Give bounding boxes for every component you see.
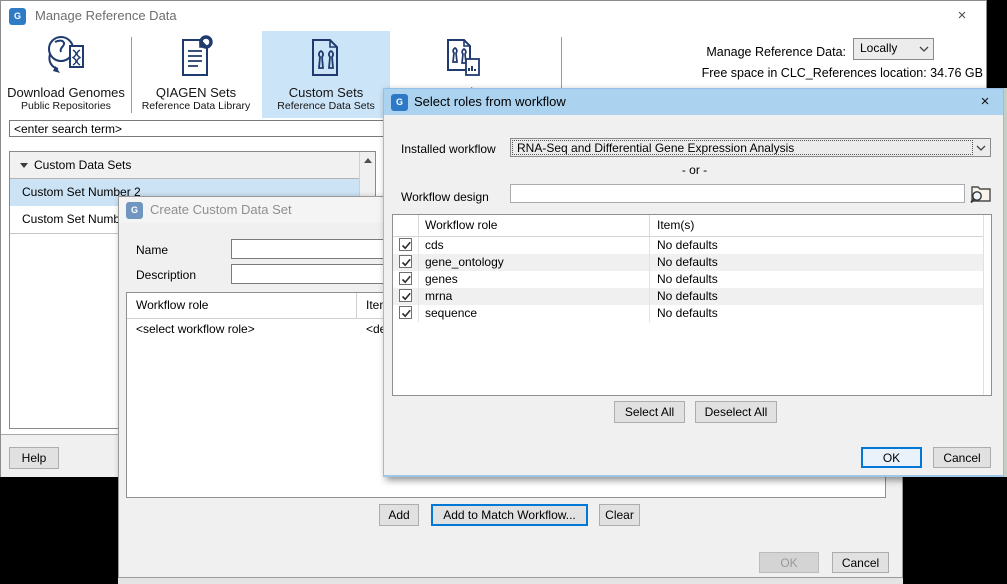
document-import-icon	[439, 33, 487, 83]
cancel-button[interactable]: Cancel	[933, 447, 991, 468]
installed-workflow-dropdown[interactable]: RNA-Seq and Differential Gene Expression…	[510, 138, 991, 157]
document-list-icon	[172, 33, 220, 83]
role-items: No defaults	[650, 271, 991, 288]
roles-dialog-titlebar: G Select roles from workflow ×	[384, 89, 1003, 115]
tab-custom-sets[interactable]: Custom Sets Reference Data Sets	[262, 33, 390, 112]
tab-download-genomes[interactable]: Download Genomes Public Repositories	[2, 33, 130, 112]
role-name: cds	[419, 237, 650, 254]
free-space-text: Free space in CLC_References location: 3…	[581, 66, 983, 80]
check-icon	[400, 256, 413, 269]
role-items: No defaults	[650, 288, 991, 305]
check-icon	[400, 290, 413, 303]
roles-table-header: Workflow role Item(s)	[393, 215, 991, 237]
collapse-triangle-icon	[20, 163, 28, 168]
main-titlebar: G Manage Reference Data ×	[1, 1, 986, 31]
roles-table-row[interactable]: genes No defaults	[393, 271, 991, 288]
ok-button[interactable]: OK	[861, 447, 922, 468]
close-icon[interactable]: ×	[975, 94, 995, 110]
role-name: gene_ontology	[419, 254, 650, 271]
help-button[interactable]: Help	[9, 447, 59, 469]
description-label: Description	[136, 268, 196, 282]
roles-table-row[interactable]: mrna No defaults	[393, 288, 991, 305]
deselect-all-button[interactable]: Deselect All	[695, 401, 777, 423]
scroll-up-icon	[364, 158, 372, 163]
window-edge-strip	[118, 578, 903, 584]
create-dialog-title: Create Custom Data Set	[150, 197, 292, 223]
table-scrollbar-track[interactable]	[983, 215, 991, 395]
roles-dialog-title: Select roles from workflow	[414, 89, 566, 115]
select-roles-from-workflow-dialog: G Select roles from workflow × Installed…	[383, 88, 1004, 477]
check-icon	[400, 307, 413, 320]
role-items: No defaults	[650, 254, 991, 271]
role-checkbox[interactable]	[399, 255, 412, 268]
role-checkbox[interactable]	[399, 306, 412, 319]
add-to-match-workflow-button[interactable]: Add to Match Workflow...	[431, 504, 588, 526]
role-name: genes	[419, 271, 650, 288]
chevron-down-icon	[976, 145, 986, 151]
roles-table-row[interactable]: gene_ontology No defaults	[393, 254, 991, 271]
workflow-design-field[interactable]	[510, 184, 965, 203]
role-checkbox[interactable]	[399, 272, 412, 285]
or-separator-text: - or -	[384, 163, 1005, 177]
globe-download-icon	[42, 33, 90, 83]
location-dropdown[interactable]: Locally	[853, 38, 934, 60]
workflow-design-label: Workflow design	[401, 190, 489, 204]
check-icon	[400, 273, 413, 286]
add-button[interactable]: Add	[379, 504, 419, 526]
tab-qiagen-sets[interactable]: QIAGEN Sets Reference Data Library	[132, 33, 260, 112]
role-name: sequence	[419, 305, 650, 322]
app-icon: G	[391, 94, 408, 111]
role-checkbox[interactable]	[399, 289, 412, 302]
close-icon[interactable]: ×	[952, 8, 972, 24]
clear-button[interactable]: Clear	[599, 504, 640, 526]
installed-workflow-label: Installed workflow	[401, 142, 496, 156]
manage-reference-data-label: Manage Reference Data:	[641, 45, 846, 59]
role-items: No defaults	[650, 237, 991, 254]
cancel-button[interactable]: Cancel	[832, 552, 889, 573]
role-checkbox[interactable]	[399, 238, 412, 251]
desktop: G Manage Reference Data × Download Genom…	[0, 0, 1007, 584]
browse-folder-icon[interactable]	[969, 183, 992, 204]
role-name: mrna	[419, 288, 650, 305]
name-label: Name	[136, 243, 168, 257]
role-items: No defaults	[650, 305, 991, 322]
window-title: Manage Reference Data	[35, 1, 177, 31]
chevron-down-icon	[919, 46, 929, 52]
roles-table-row[interactable]: sequence No defaults	[393, 305, 991, 322]
roles-table-row[interactable]: cds No defaults	[393, 237, 991, 254]
check-icon	[400, 239, 413, 252]
select-all-button[interactable]: Select All	[614, 401, 685, 423]
roles-table: Workflow role Item(s) cds No defaults ge…	[392, 214, 992, 396]
app-icon: G	[9, 8, 26, 25]
document-tools-icon	[302, 33, 350, 83]
ok-button-disabled[interactable]: OK	[759, 552, 819, 573]
list-group-header[interactable]: Custom Data Sets	[10, 152, 359, 179]
app-icon: G	[126, 202, 143, 219]
